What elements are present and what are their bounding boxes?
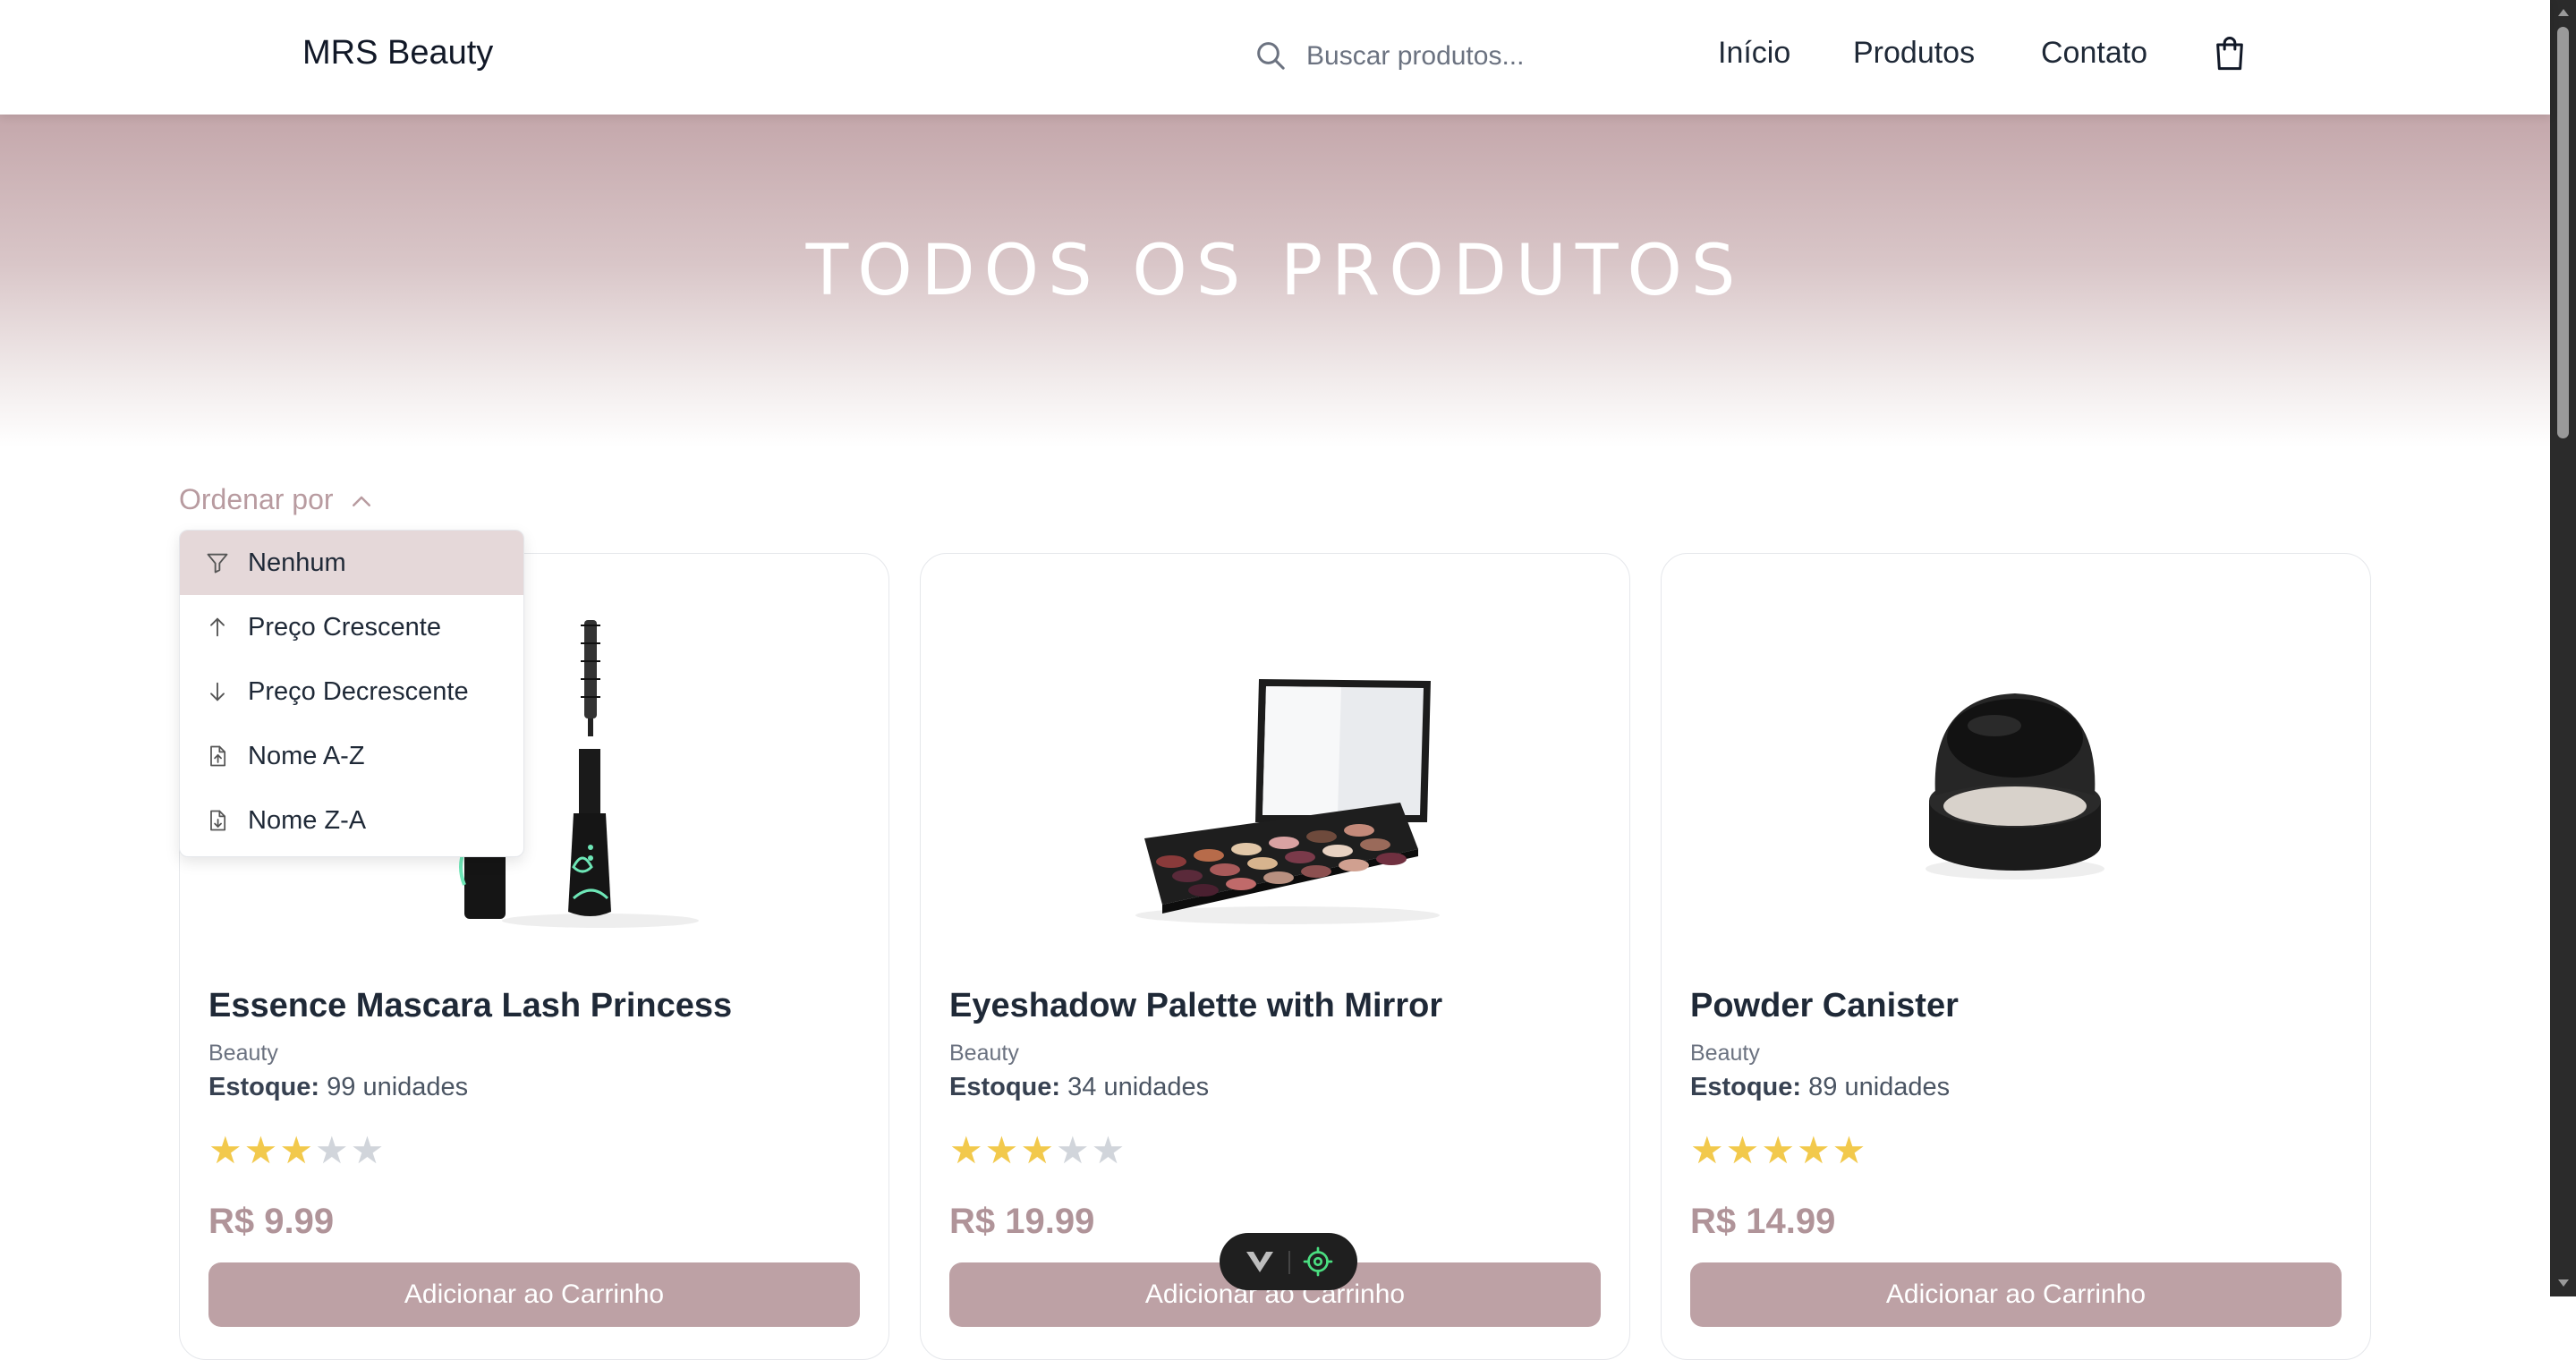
- product-image-powder-canister: [1926, 693, 2104, 880]
- file-down-icon: [210, 810, 226, 831]
- product-rating: ★★★★★: [1690, 1128, 1867, 1172]
- eyeshadow-pan: [1269, 837, 1299, 849]
- site-header: MRS Beauty Início Produtos Contato: [0, 0, 2550, 115]
- filter-icon: [207, 553, 228, 574]
- eyeshadow-pan: [1172, 870, 1203, 882]
- stock-value: 89 unidades: [1808, 1073, 1951, 1101]
- sort-option-label: Preço Crescente: [248, 612, 441, 642]
- star-filled-icon: ★: [949, 1129, 985, 1171]
- brand-logo[interactable]: MRS Beauty: [302, 34, 493, 72]
- stock-label: Estoque:: [949, 1073, 1061, 1101]
- product-price: R$ 9.99: [208, 1202, 335, 1241]
- eyeshadow-pan: [1344, 824, 1374, 837]
- product-name[interactable]: Eyeshadow Palette with Mirror: [949, 987, 1442, 1025]
- product-image-eyeshadow-palette: [1135, 679, 1440, 924]
- sort-toggle[interactable]: Ordenar por: [179, 483, 375, 516]
- toolbar-divider: [1288, 1251, 1290, 1274]
- arrow-up-icon: [210, 617, 225, 637]
- star-filled-icon: ★: [1761, 1129, 1797, 1171]
- eyeshadow-pan: [1247, 857, 1278, 870]
- sort-dropdown: Nenhum Preço Crescente Preço Decrescente…: [179, 530, 524, 857]
- arrow-down-icon: [210, 682, 225, 701]
- star-filled-icon: ★: [1020, 1129, 1056, 1171]
- stock-label: Estoque:: [208, 1073, 320, 1101]
- page-title: TODOS OS PRODUTOS: [805, 231, 1745, 311]
- sort-option-name-za[interactable]: Nome Z-A: [180, 788, 523, 853]
- eyeshadow-pan: [1376, 853, 1407, 865]
- search-icon: [1257, 42, 1285, 70]
- sort-option-label: Nome A-Z: [248, 741, 365, 770]
- stock-label: Estoque:: [1690, 1073, 1802, 1101]
- product-category: Beauty: [949, 1041, 1019, 1066]
- nav-link-contato[interactable]: Contato: [2041, 36, 2147, 71]
- stock-value: 34 unidades: [1067, 1073, 1210, 1101]
- eyeshadow-pan: [1285, 851, 1315, 863]
- floating-toolbar: [1220, 1233, 1357, 1290]
- star-empty-icon: ★: [314, 1129, 351, 1171]
- hero-banner: TODOS OS PRODUTOS: [0, 115, 2550, 447]
- product-card[interactable]: Powder Canister Beauty Estoque: 89 unida…: [1661, 553, 2371, 1360]
- eyeshadow-pan: [1231, 843, 1262, 855]
- sort-label: Ordenar por: [179, 483, 334, 515]
- star-filled-icon: ★: [1690, 1129, 1726, 1171]
- sort-option-name-az[interactable]: Nome A-Z: [180, 724, 523, 788]
- sort-option-label: Preço Decrescente: [248, 676, 469, 706]
- page-scrollbar[interactable]: [2550, 0, 2576, 1296]
- eyeshadow-pan: [1156, 855, 1186, 868]
- star-filled-icon: ★: [279, 1129, 315, 1171]
- scroll-down-arrow[interactable]: [2558, 1279, 2569, 1287]
- product-stock: Estoque: 99 unidades: [208, 1073, 468, 1102]
- eyeshadow-pan: [1210, 863, 1240, 876]
- product-price: R$ 19.99: [949, 1202, 1095, 1241]
- star-filled-icon: ★: [1725, 1129, 1762, 1171]
- product-category: Beauty: [208, 1041, 278, 1066]
- crosshair-icon[interactable]: [1302, 1245, 1334, 1278]
- stock-value: 99 unidades: [327, 1073, 469, 1101]
- eyeshadow-pan: [1194, 849, 1224, 862]
- sort-option-label: Nome Z-A: [248, 805, 367, 835]
- eyeshadow-pan: [1301, 865, 1331, 878]
- product-rating: ★★★★★: [208, 1128, 386, 1172]
- eyeshadow-pan: [1188, 884, 1219, 897]
- search-input[interactable]: [1305, 36, 1648, 77]
- eyeshadow-pan: [1306, 830, 1337, 843]
- product-stock: Estoque: 34 unidades: [949, 1073, 1209, 1102]
- product-name[interactable]: Essence Mascara Lash Princess: [208, 987, 732, 1025]
- eyeshadow-pan: [1322, 845, 1353, 857]
- product-price: R$ 14.99: [1690, 1202, 1836, 1241]
- product-stock: Estoque: 89 unidades: [1690, 1073, 1950, 1102]
- star-filled-icon: ★: [1796, 1129, 1832, 1171]
- sort-option-none[interactable]: Nenhum: [180, 531, 523, 595]
- add-to-cart-button[interactable]: Adicionar ao Carrinho: [1690, 1262, 2342, 1327]
- star-filled-icon: ★: [208, 1129, 244, 1171]
- product-name[interactable]: Powder Canister: [1690, 987, 1959, 1025]
- file-up-icon: [210, 745, 226, 767]
- add-to-cart-button[interactable]: Adicionar ao Carrinho: [208, 1262, 860, 1327]
- star-filled-icon: ★: [1832, 1129, 1868, 1171]
- sort-option-price-asc[interactable]: Preço Crescente: [180, 595, 523, 659]
- vue-logo-icon[interactable]: [1245, 1249, 1275, 1274]
- scroll-thumb[interactable]: [2557, 27, 2569, 438]
- eyeshadow-pan: [1263, 871, 1294, 884]
- eyeshadow-pan: [1339, 859, 1369, 871]
- star-empty-icon: ★: [350, 1129, 387, 1171]
- star-empty-icon: ★: [1091, 1129, 1127, 1171]
- product-rating: ★★★★★: [949, 1128, 1126, 1172]
- sort-option-price-desc[interactable]: Preço Decrescente: [180, 659, 523, 724]
- shopping-bag-icon[interactable]: [2212, 34, 2248, 73]
- search-bar: [1253, 32, 1664, 82]
- sort-option-label: Nenhum: [248, 548, 346, 577]
- scroll-up-arrow[interactable]: [2558, 9, 2569, 16]
- nav-link-inicio[interactable]: Início: [1718, 36, 1790, 71]
- eyeshadow-pan: [1226, 878, 1256, 890]
- chevron-up-icon: [353, 496, 371, 506]
- eyeshadow-pan: [1360, 838, 1390, 851]
- star-filled-icon: ★: [984, 1129, 1021, 1171]
- nav-link-produtos[interactable]: Produtos: [1853, 36, 1975, 71]
- star-empty-icon: ★: [1055, 1129, 1092, 1171]
- star-filled-icon: ★: [243, 1129, 280, 1171]
- product-category: Beauty: [1690, 1041, 1760, 1066]
